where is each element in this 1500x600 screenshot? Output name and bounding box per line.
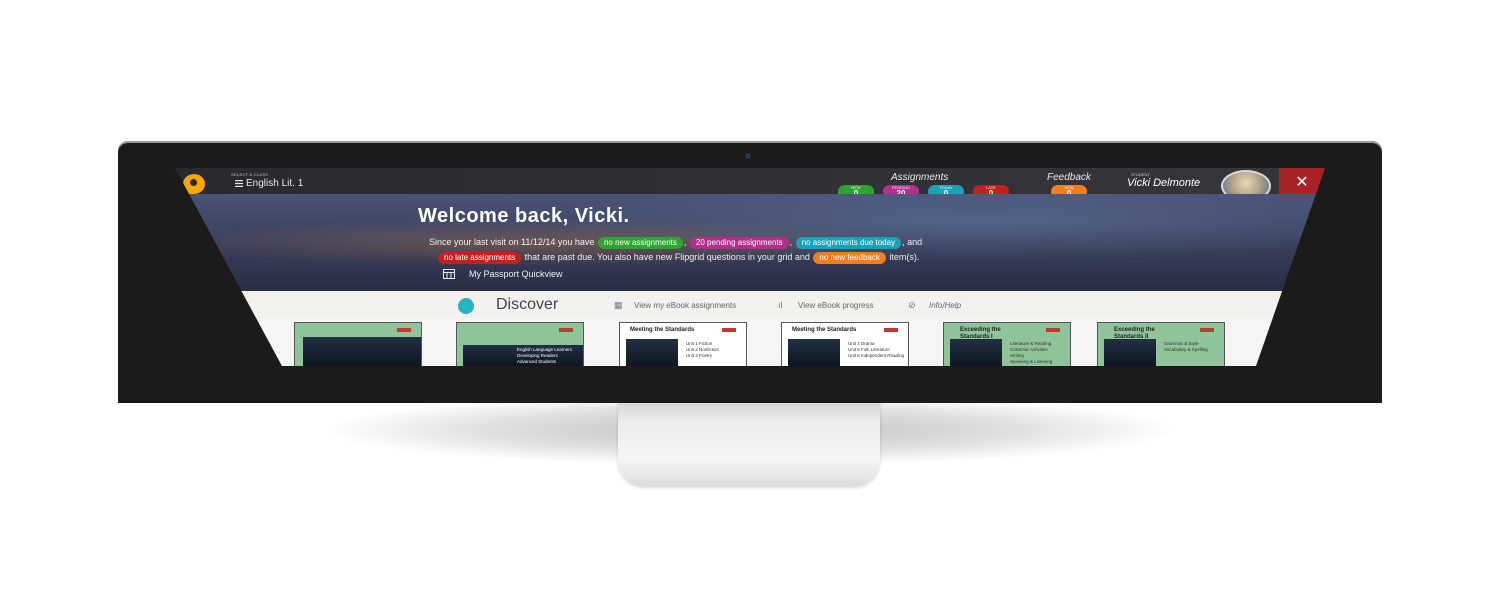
publisher-mark bbox=[397, 328, 411, 332]
summary-line-2: no late assignments that are past due. Y… bbox=[437, 252, 919, 264]
publisher-mark bbox=[559, 328, 573, 332]
book-contents: Literature & Reading Grammar Activities … bbox=[1010, 341, 1052, 365]
separator: , bbox=[789, 237, 793, 247]
book-cover-image bbox=[1104, 339, 1156, 366]
today-assignments-tag[interactable]: no assignments due today bbox=[795, 237, 902, 249]
monitor-stand bbox=[618, 398, 880, 486]
info-help-icon: ⊘ bbox=[908, 300, 916, 310]
publisher-mark bbox=[1046, 328, 1060, 332]
ebook-card[interactable]: Meeting the Standards Unit 4 Drama Unit … bbox=[781, 322, 909, 366]
publisher-mark bbox=[884, 328, 898, 332]
ebook-assignments-icon: ▦ bbox=[614, 300, 623, 310]
ebook-card[interactable]: English Language Learners Developing Rea… bbox=[456, 322, 584, 366]
feedback-tag[interactable]: no new feedback bbox=[813, 252, 886, 264]
book-cover-image bbox=[788, 339, 840, 366]
progress-bars-icon: ıl bbox=[778, 300, 783, 310]
welcome-banner: Welcome back, Vicki. Since your last vis… bbox=[175, 194, 1325, 293]
summary-middle: that are past due. You also have new Fli… bbox=[524, 252, 810, 262]
app-screen: SELECT A CLASS English Lit. 1 Assignment… bbox=[175, 168, 1325, 366]
badge-label: TODAY bbox=[939, 185, 953, 190]
camera-icon bbox=[745, 153, 751, 159]
separator: , bbox=[683, 237, 687, 247]
book-title: Meeting the Standards bbox=[630, 327, 695, 333]
book-contents: Unit 4 Drama Unit 5 Folk Literature Unit… bbox=[848, 341, 904, 359]
select-class-label: SELECT A CLASS bbox=[231, 172, 269, 177]
late-assignments-tag[interactable]: no late assignments bbox=[438, 252, 522, 264]
book-contents-item: Unit 6 Independent Reading bbox=[848, 353, 905, 358]
publisher-mark bbox=[1200, 328, 1214, 332]
discover-icon bbox=[458, 298, 474, 314]
class-selector[interactable]: English Lit. 1 bbox=[246, 178, 303, 189]
ebook-card[interactable] bbox=[294, 322, 422, 366]
welcome-heading: Welcome back, Vicki. bbox=[418, 205, 630, 227]
summary-suffix-2: item(s). bbox=[889, 252, 920, 262]
top-bar: SELECT A CLASS English Lit. 1 Assignment… bbox=[175, 168, 1325, 202]
passport-quickview-link[interactable]: My Passport Quickview bbox=[469, 269, 563, 279]
feedback-title: Feedback bbox=[1047, 172, 1091, 183]
book-contents: Unit 1 Fiction Unit 2 Nonfiction Unit 3 … bbox=[686, 341, 719, 359]
discover-bar: Discover ▦ View my eBook assignments ıl … bbox=[175, 291, 1325, 318]
ebook-progress-link[interactable]: View eBook progress bbox=[798, 301, 873, 310]
assignments-title: Assignments bbox=[891, 172, 949, 183]
publisher-mark bbox=[722, 328, 736, 332]
hamburger-menu-icon[interactable] bbox=[235, 180, 243, 187]
new-assignments-tag[interactable]: no new assignments bbox=[597, 237, 683, 249]
ebook-card[interactable]: Meeting the Standards Unit 1 Fiction Uni… bbox=[619, 322, 747, 366]
book-contents-item: Speaking & Listening bbox=[1010, 359, 1053, 364]
ebook-assignments-link[interactable]: View my eBook assignments bbox=[634, 301, 736, 310]
badge-label: NEW bbox=[851, 185, 861, 190]
ebook-card[interactable]: Exceeding the Standards II Grammar & Sty… bbox=[1097, 322, 1225, 366]
book-cover-image bbox=[303, 337, 421, 366]
book-contents-item: Advanced Students bbox=[517, 359, 557, 364]
ebook-card[interactable]: Exceeding the Standards I Literature & R… bbox=[943, 322, 1071, 366]
summary-suffix: , and bbox=[902, 237, 923, 247]
badge-label: NEW bbox=[1064, 185, 1074, 190]
calendar-grid-icon bbox=[443, 269, 455, 279]
book-contents: Grammar & Style Vocabulary & Spelling bbox=[1164, 341, 1208, 353]
student-name: Vicki Delmonte bbox=[1127, 177, 1201, 189]
badge-label: LATE bbox=[986, 185, 996, 190]
summary-line-1: Since your last visit on 11/12/14 you ha… bbox=[429, 237, 922, 249]
book-contents: English Language Learners Developing Rea… bbox=[517, 347, 572, 365]
book-cover-image bbox=[626, 339, 678, 366]
info-help-link[interactable]: Info/Help bbox=[929, 301, 961, 310]
summary-prefix: Since your last visit on 11/12/14 you ha… bbox=[429, 237, 595, 247]
badge-label: PENDING bbox=[891, 185, 911, 190]
pending-assignments-tag[interactable]: 20 pending assignments bbox=[689, 237, 789, 249]
book-contents-item: Unit 3 Poetry bbox=[686, 353, 713, 358]
book-contents-item: Vocabulary & Spelling bbox=[1164, 347, 1208, 352]
discover-title: Discover bbox=[496, 296, 559, 313]
book-cover-image bbox=[950, 339, 1002, 366]
book-title: Meeting the Standards bbox=[792, 327, 857, 333]
ebook-shelf: English Language Learners Developing Rea… bbox=[175, 318, 1325, 366]
